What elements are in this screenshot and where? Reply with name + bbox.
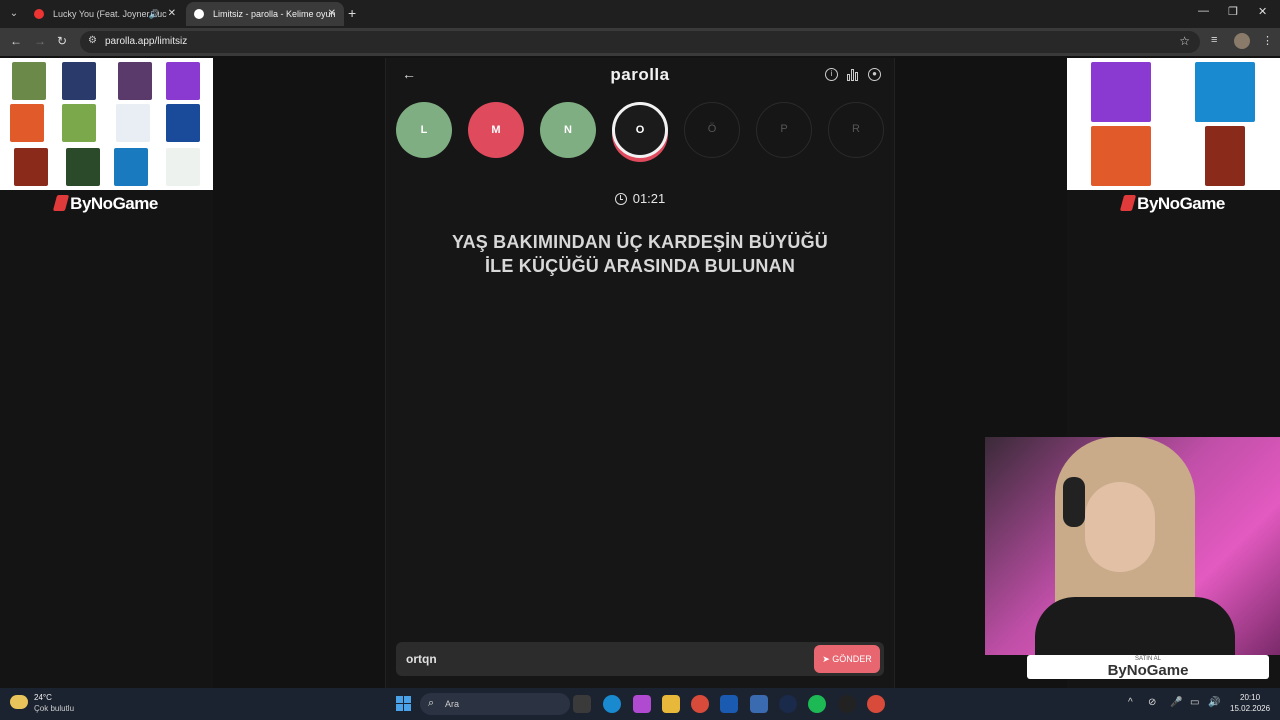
office-thumbnail: [116, 104, 150, 142]
back-nav-icon[interactable]: ←: [10, 34, 22, 48]
chrome-icon[interactable]: [691, 695, 709, 713]
weather-icon[interactable]: [10, 695, 28, 709]
webcam-overlay: [985, 437, 1280, 655]
clock-date[interactable]: 15.02.2026: [1230, 704, 1270, 713]
steam-icon[interactable]: [779, 695, 797, 713]
search-icon: ⌕: [428, 697, 435, 709]
edge-icon[interactable]: [603, 695, 621, 713]
send-icon: ➤: [822, 654, 833, 664]
diamonds-thumbnail: [114, 148, 148, 186]
stats-icon[interactable]: [847, 68, 860, 81]
audio-icon[interactable]: 🔊: [149, 2, 160, 26]
reload-icon[interactable]: ↻: [57, 34, 67, 48]
app-icon[interactable]: [838, 695, 856, 713]
tab-parolla[interactable]: Limitsiz - parolla - Kelime oyun ✕: [186, 2, 344, 26]
tab-search-chevron-icon[interactable]: ⌄: [6, 6, 22, 22]
bynogame-logo[interactable]: ByNoGame: [0, 194, 213, 222]
spotify-icon[interactable]: [808, 695, 826, 713]
youtube-favicon-icon: [34, 9, 44, 19]
taskbar: 24°C Çok bulutlu ⌕ Ara ^ ⊘ 🎤 ▭ 🔊 20:10 1…: [0, 688, 1280, 720]
letter-circle: Ö: [684, 102, 740, 158]
letter-circle-active: O: [612, 102, 668, 158]
close-tab-icon[interactable]: ✕: [328, 2, 336, 26]
diamonds-thumbnail: [1195, 62, 1255, 122]
send-button[interactable]: ➤ GÖNDER: [814, 645, 880, 673]
brawl-pass-thumbnail: [166, 62, 200, 100]
letter-circle: N: [540, 102, 596, 158]
close-window-icon[interactable]: ✕: [1258, 5, 1267, 18]
golden-pass-thumbnail: [62, 62, 96, 100]
game-thumbnail: [118, 62, 152, 100]
letter-progress: L M N O Ö P R: [396, 102, 886, 164]
profile-icon[interactable]: ●: [868, 68, 881, 81]
profile-avatar[interactable]: [1234, 33, 1250, 49]
answer-input[interactable]: [396, 642, 806, 676]
timer: 01:21: [386, 191, 894, 206]
browser-toolbar: ← → ↻ ⚙ parolla.app/limitsiz ☆ ≡ ⋮: [0, 28, 1280, 56]
game-card-thumbnail: [66, 148, 100, 186]
letter-circle: P: [756, 102, 812, 158]
windows-start-icon[interactable]: [396, 696, 412, 712]
game-header: ← parolla i ●: [386, 58, 894, 92]
task-view-icon[interactable]: [573, 695, 591, 713]
clock-icon: [614, 193, 627, 205]
browser-tab-bar: ⌄ Lucky You (Feat. Joyner Luc 🔊 ✕ Limits…: [0, 0, 1280, 28]
battlefield-thumbnail: [14, 148, 48, 186]
close-tab-icon[interactable]: ✕: [168, 2, 176, 26]
clock-time[interactable]: 20:10: [1240, 693, 1260, 702]
weather-description: Çok bulutlu: [34, 704, 75, 713]
parolla-favicon-icon: [194, 9, 204, 19]
tab-title: Limitsiz - parolla - Kelime oyun: [213, 9, 336, 19]
tab-music[interactable]: Lucky You (Feat. Joyner Luc 🔊 ✕: [26, 2, 184, 26]
question-text: YAŞ BAKIMINDAN ÜÇ KARDEŞİN BÜYÜĞÜ İLE KÜ…: [452, 232, 828, 276]
brawl-pass-thumbnail: [1091, 62, 1151, 122]
game-panel: ← parolla i ● L M N O Ö P R 01:21 YAŞ BA…: [385, 58, 895, 688]
timer-value: 01:21: [632, 191, 666, 206]
left-ad-banner[interactable]: [0, 58, 213, 190]
app-icon[interactable]: [720, 695, 738, 713]
tray-chevron-icon[interactable]: ^: [1128, 697, 1133, 708]
webcam-sponsor-banner: SATIN AL ByNoGame: [1027, 655, 1269, 679]
weather-temperature: 24°C: [34, 693, 52, 702]
taskbar-search[interactable]: ⌕ Ara: [420, 693, 570, 715]
info-icon[interactable]: i: [825, 68, 838, 81]
game-title: parolla: [610, 65, 670, 84]
game-thumbnail: [12, 62, 46, 100]
store-app-icon[interactable]: [633, 695, 651, 713]
right-ad-banner[interactable]: [1067, 58, 1280, 190]
brawl-pass-plus-thumbnail: [1091, 126, 1151, 186]
volume-icon[interactable]: 🔊: [1208, 697, 1220, 708]
forward-nav-icon[interactable]: →: [34, 34, 46, 48]
display-icon[interactable]: ▭: [1190, 697, 1199, 708]
brawl-pass-plus-thumbnail: [10, 104, 44, 142]
minecraft-thumbnail: [62, 104, 96, 142]
office-thumbnail: [166, 148, 200, 186]
bookmark-star-icon[interactable]: ☆: [1179, 34, 1190, 48]
letter-circle: L: [396, 102, 452, 158]
left-sidebar: [0, 190, 213, 688]
letter-circle: M: [468, 102, 524, 158]
minimize-icon[interactable]: —: [1198, 5, 1209, 17]
mic-icon[interactable]: 🎤: [1170, 697, 1182, 708]
media-control-icon[interactable]: ≡: [1211, 34, 1217, 46]
address-bar[interactable]: ⚙ parolla.app/limitsiz ☆: [80, 31, 1200, 53]
site-info-icon[interactable]: ⚙: [88, 35, 97, 46]
url-text: parolla.app/limitsiz: [105, 36, 188, 47]
bynogame-logo[interactable]: ByNoGame: [1067, 194, 1280, 222]
menu-dots-icon[interactable]: ⋮: [1262, 34, 1273, 47]
headset: [1063, 477, 1085, 527]
new-tab-icon[interactable]: +: [348, 5, 356, 21]
app-icon[interactable]: [750, 695, 768, 713]
windows-thumbnail: [166, 104, 200, 142]
letter-circle: R: [828, 102, 884, 158]
answer-bar: ➤ GÖNDER: [396, 642, 884, 676]
chrome-icon[interactable]: [867, 695, 885, 713]
battlefield-thumbnail: [1205, 126, 1245, 186]
file-explorer-icon[interactable]: [662, 695, 680, 713]
restore-icon[interactable]: ❐: [1228, 5, 1238, 18]
network-icon[interactable]: ⊘: [1148, 697, 1156, 708]
